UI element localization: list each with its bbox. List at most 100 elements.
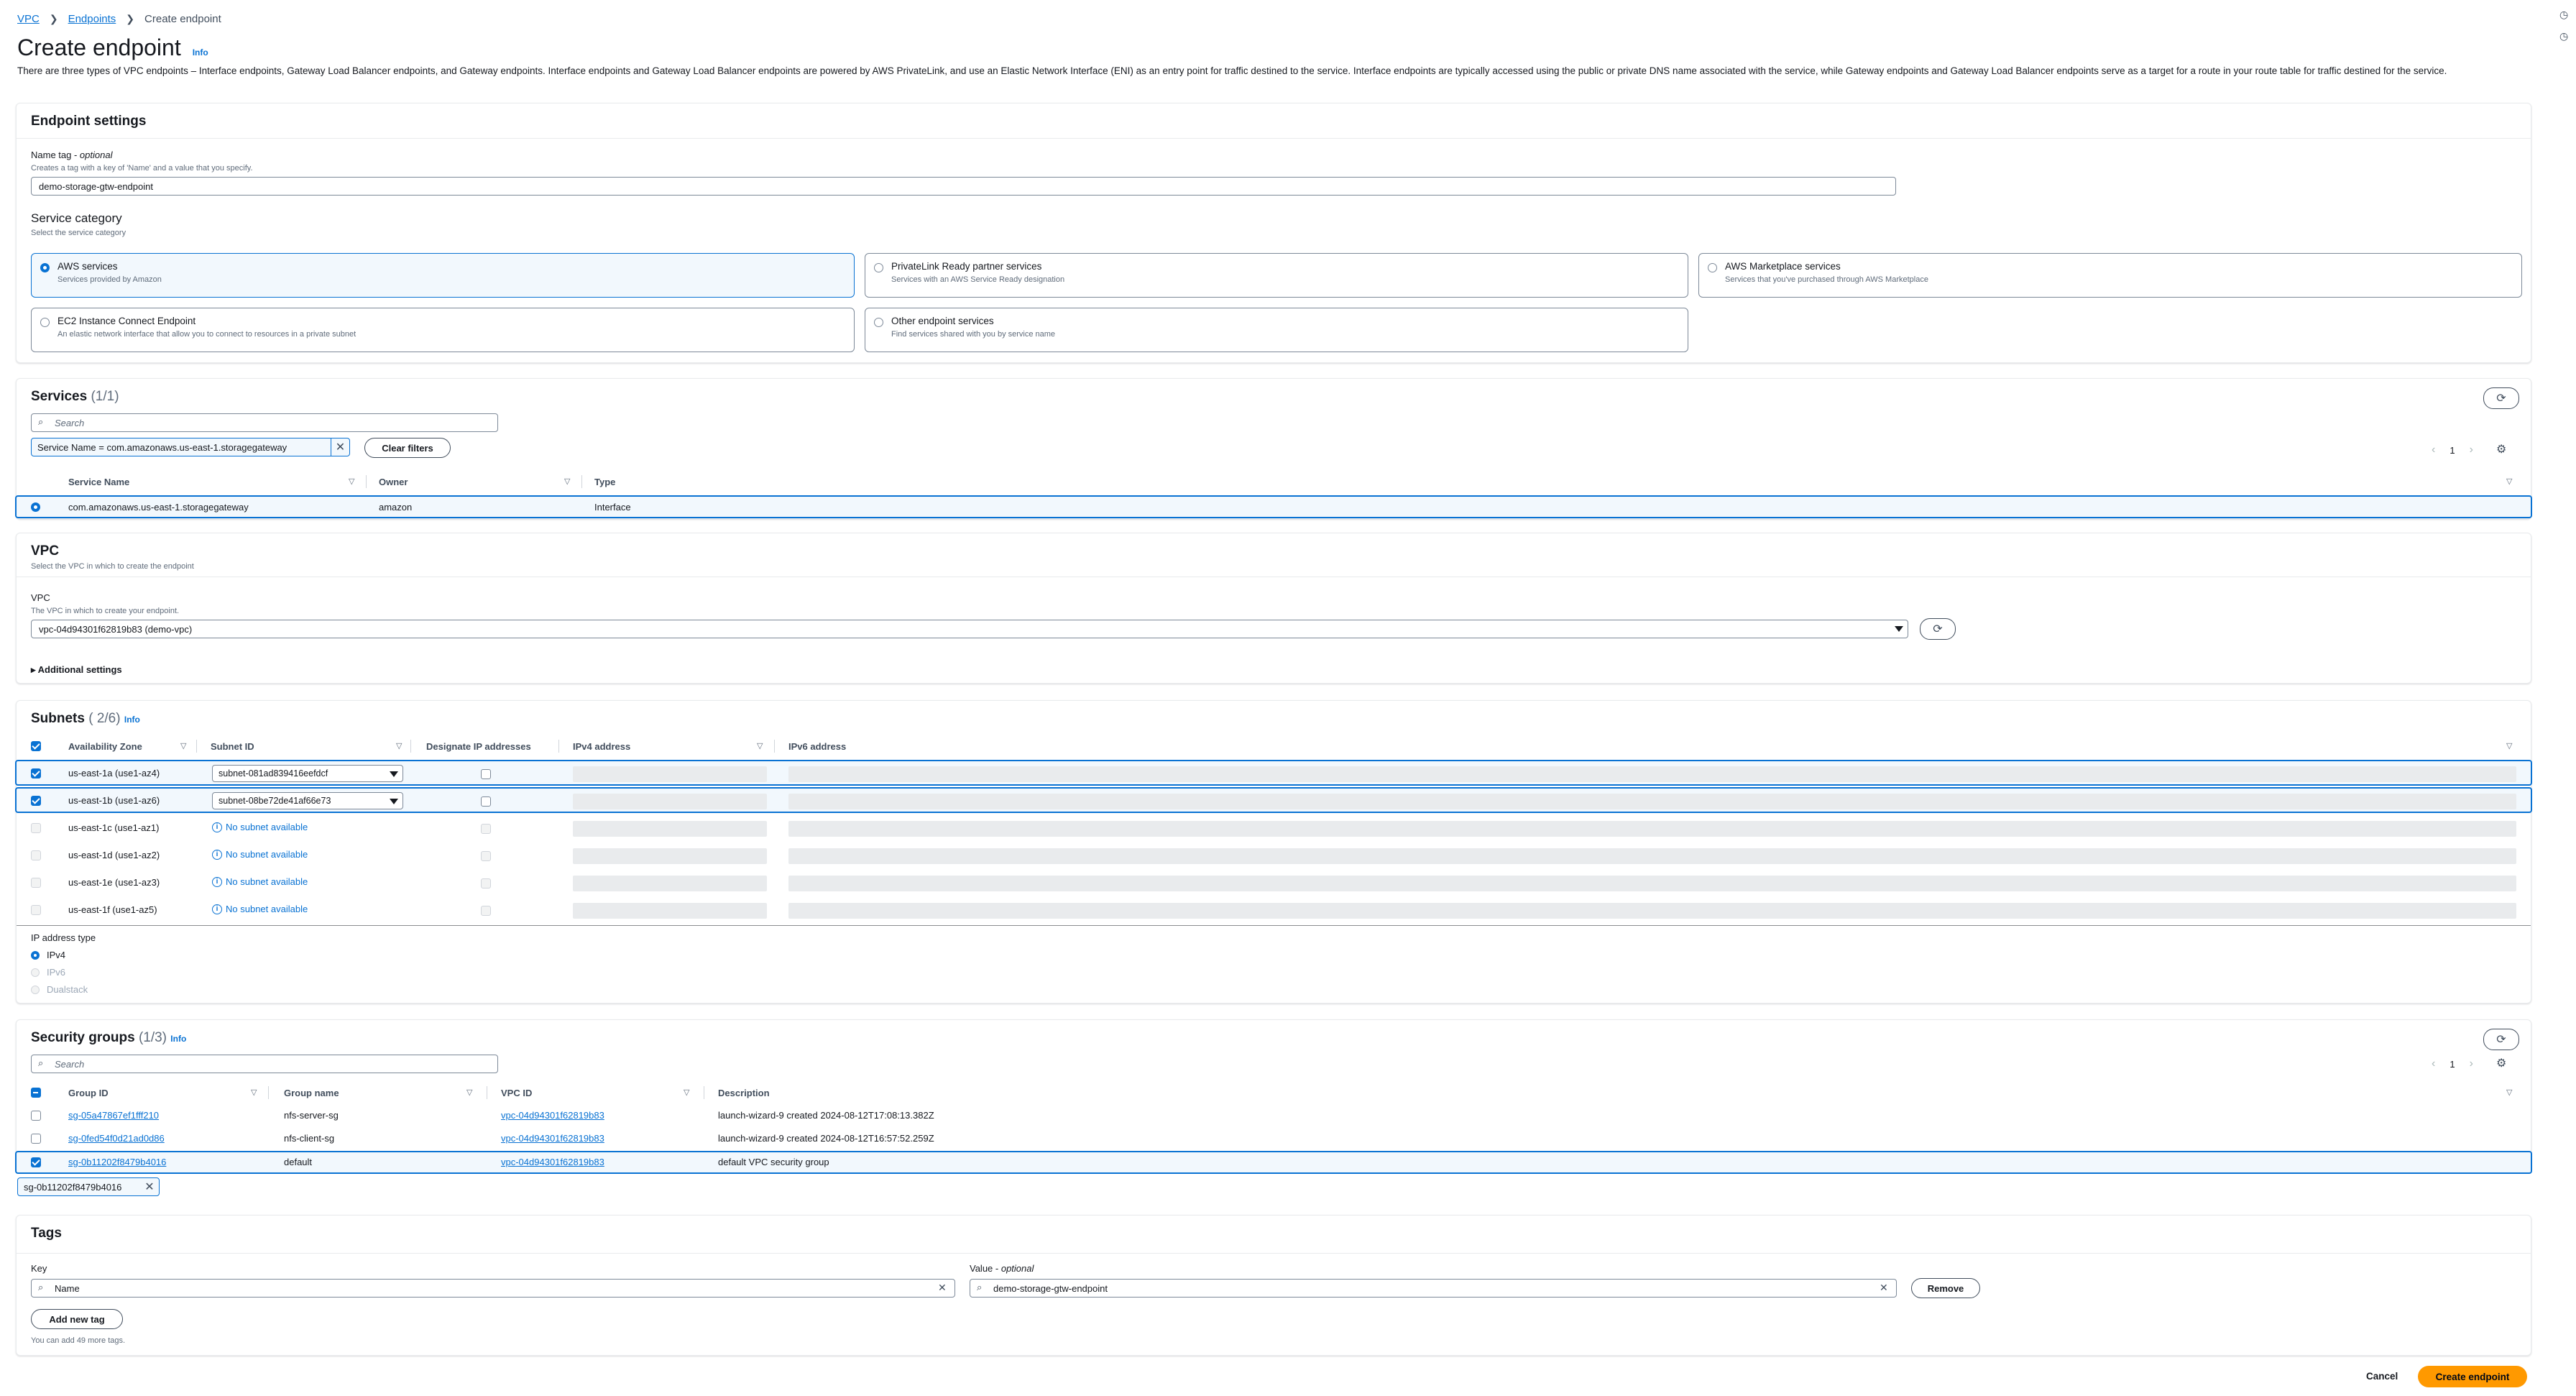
radio-aws-services[interactable] [40, 263, 50, 272]
no-subnet-link[interactable]: i No subnet available [212, 849, 308, 860]
table-row[interactable]: us-east-1b (use1-az6) subnet-08be72de41a… [15, 787, 2532, 813]
cell-group-id-link[interactable]: sg-0fed54f0d21ad0d86 [68, 1133, 165, 1144]
cell-vpc-id-link[interactable]: vpc-04d94301f62819b83 [501, 1157, 604, 1167]
table-row[interactable]: com.amazonaws.us-east-1.storagegateway a… [15, 495, 2532, 518]
info-link[interactable]: Info [170, 1034, 186, 1044]
sort-icon[interactable]: ▽ [757, 741, 763, 750]
category-aws-marketplace[interactable]: AWS Marketplace services Services that y… [1698, 253, 2522, 298]
sort-icon[interactable]: ▽ [349, 477, 354, 486]
notification-icon[interactable]: ◷ [2559, 30, 2568, 42]
sort-icon[interactable]: ▽ [396, 741, 402, 750]
help-icon[interactable]: ◷ [2559, 9, 2568, 21]
col-ipv4[interactable]: IPv4 address [573, 741, 630, 752]
designate-ip-checkbox[interactable] [481, 769, 491, 779]
refresh-icon[interactable]: ⟳ [2483, 1029, 2519, 1050]
col-group-id[interactable]: Group ID [68, 1088, 109, 1098]
subnet-select[interactable]: subnet-08be72de41af66e73 [212, 792, 403, 809]
close-icon[interactable]: ✕ [140, 1178, 159, 1195]
cell-group-id-link[interactable]: sg-05a47867ef1fff210 [68, 1110, 159, 1121]
radio-marketplace[interactable] [1708, 263, 1717, 272]
row-checkbox[interactable] [31, 1157, 41, 1167]
info-link[interactable]: Info [124, 715, 140, 725]
subnet-select[interactable]: subnet-081ad839416eefdcf [212, 765, 403, 782]
col-owner[interactable]: Owner [379, 477, 408, 487]
no-subnet-link[interactable]: i No subnet available [212, 904, 308, 914]
chevron-left-icon[interactable]: ‹ [2432, 1057, 2435, 1070]
sort-icon[interactable]: ▽ [251, 1088, 257, 1097]
col-vpc-id[interactable]: VPC ID [501, 1088, 532, 1098]
col-subnet-id[interactable]: Subnet ID [211, 741, 254, 752]
no-subnet-link[interactable]: i No subnet available [212, 822, 308, 832]
info-link[interactable]: Info [193, 47, 208, 58]
sort-icon[interactable]: ▽ [684, 1088, 689, 1097]
col-service-name[interactable]: Service Name [68, 477, 129, 487]
row-checkbox[interactable] [31, 796, 41, 806]
sort-icon[interactable]: ▽ [2506, 741, 2512, 750]
sort-icon[interactable]: ▽ [466, 1088, 472, 1097]
cancel-button[interactable]: Cancel [2366, 1371, 2398, 1382]
page-number[interactable]: 1 [2450, 1059, 2455, 1070]
close-icon[interactable]: ✕ [331, 438, 349, 456]
settings-icon[interactable]: ⚙ [2496, 1056, 2506, 1070]
col-ipv6[interactable]: IPv6 address [788, 741, 846, 752]
col-group-name[interactable]: Group name [284, 1088, 339, 1098]
radio-ec2-connect[interactable] [40, 318, 50, 327]
additional-settings-toggle[interactable]: ▸ Additional settings [31, 664, 122, 676]
name-tag-input[interactable]: demo-storage-gtw-endpoint [31, 177, 1896, 196]
tag-value-input[interactable]: demo-storage-gtw-endpoint [970, 1279, 1897, 1298]
category-privatelink-partner[interactable]: PrivateLink Ready partner services Servi… [865, 253, 1688, 298]
sg-search-input[interactable]: Search [31, 1055, 498, 1073]
clear-filters-button[interactable]: Clear filters [364, 438, 451, 458]
services-search-input[interactable]: Search [31, 413, 498, 432]
breadcrumb-vpc[interactable]: VPC [17, 13, 40, 25]
refresh-icon[interactable]: ⟳ [1920, 618, 1956, 640]
col-description[interactable]: Description [718, 1088, 770, 1098]
radio-other[interactable] [874, 318, 883, 327]
breadcrumb-endpoints[interactable]: Endpoints [68, 13, 116, 25]
table-row[interactable]: sg-0b11202f8479b4016 default vpc-04d9430… [15, 1151, 2532, 1174]
sort-icon[interactable]: ▽ [564, 477, 570, 486]
refresh-icon[interactable]: ⟳ [2483, 387, 2519, 409]
remove-tag-button[interactable]: Remove [1911, 1278, 1980, 1298]
designate-ip-checkbox[interactable] [481, 796, 491, 807]
close-icon[interactable]: ✕ [938, 1282, 947, 1294]
sort-icon[interactable]: ▽ [2506, 1088, 2512, 1097]
row-checkbox[interactable] [31, 768, 41, 779]
row-checkbox[interactable] [31, 1134, 41, 1144]
chevron-right-icon[interactable]: › [2470, 1057, 2473, 1070]
cell-vpc-id-link[interactable]: vpc-04d94301f62819b83 [501, 1133, 604, 1144]
row-radio[interactable] [31, 502, 40, 512]
create-endpoint-button[interactable]: Create endpoint [2418, 1366, 2527, 1387]
table-row[interactable]: sg-05a47867ef1fff210 nfs-server-sg vpc-0… [17, 1105, 2532, 1128]
sort-icon[interactable]: ▽ [2506, 477, 2512, 486]
cell-group-id-link[interactable]: sg-0b11202f8479b4016 [68, 1157, 166, 1167]
col-designate-ip[interactable]: Designate IP addresses [426, 741, 531, 752]
ipv4-radio[interactable] [31, 951, 40, 960]
close-icon[interactable]: ✕ [1880, 1282, 1888, 1294]
cell-az: us-east-1b (use1-az6) [68, 795, 160, 806]
tag-key-input[interactable]: Name [31, 1279, 955, 1298]
cell-vpc-id-link[interactable]: vpc-04d94301f62819b83 [501, 1110, 604, 1121]
table-row[interactable]: sg-0fed54f0d21ad0d86 nfs-client-sg vpc-0… [17, 1128, 2532, 1151]
settings-icon[interactable]: ⚙ [2496, 442, 2506, 456]
category-aws-services[interactable]: AWS services Services provided by Amazon [31, 253, 855, 298]
chevron-left-icon[interactable]: ‹ [2432, 444, 2435, 456]
table-row[interactable]: us-east-1a (use1-az4) subnet-081ad839416… [15, 760, 2532, 786]
col-type[interactable]: Type [594, 477, 615, 487]
row-checkbox[interactable] [31, 1111, 41, 1121]
vpc-select[interactable]: vpc-04d94301f62819b83 (demo-vpc) [31, 620, 1908, 638]
select-all-checkbox[interactable] [31, 741, 41, 751]
category-other-endpoint[interactable]: Other endpoint services Find services sh… [865, 308, 1688, 352]
category-ec2-instance-connect[interactable]: EC2 Instance Connect Endpoint An elastic… [31, 308, 855, 352]
cell-az: us-east-1e (use1-az3) [68, 877, 160, 888]
chevron-right-icon[interactable]: › [2470, 444, 2473, 456]
sort-icon[interactable]: ▽ [180, 741, 186, 750]
radio-privatelink[interactable] [874, 263, 883, 272]
add-tag-button[interactable]: Add new tag [31, 1309, 123, 1329]
select-all-checkbox[interactable] [31, 1088, 41, 1098]
page-number[interactable]: 1 [2450, 445, 2455, 456]
subnet-select-value: subnet-08be72de41af66e73 [218, 796, 331, 806]
no-subnet-link[interactable]: i No subnet available [212, 876, 308, 887]
page-intro: There are three types of VPC endpoints –… [17, 65, 2447, 76]
col-availability-zone[interactable]: Availability Zone [68, 741, 142, 752]
